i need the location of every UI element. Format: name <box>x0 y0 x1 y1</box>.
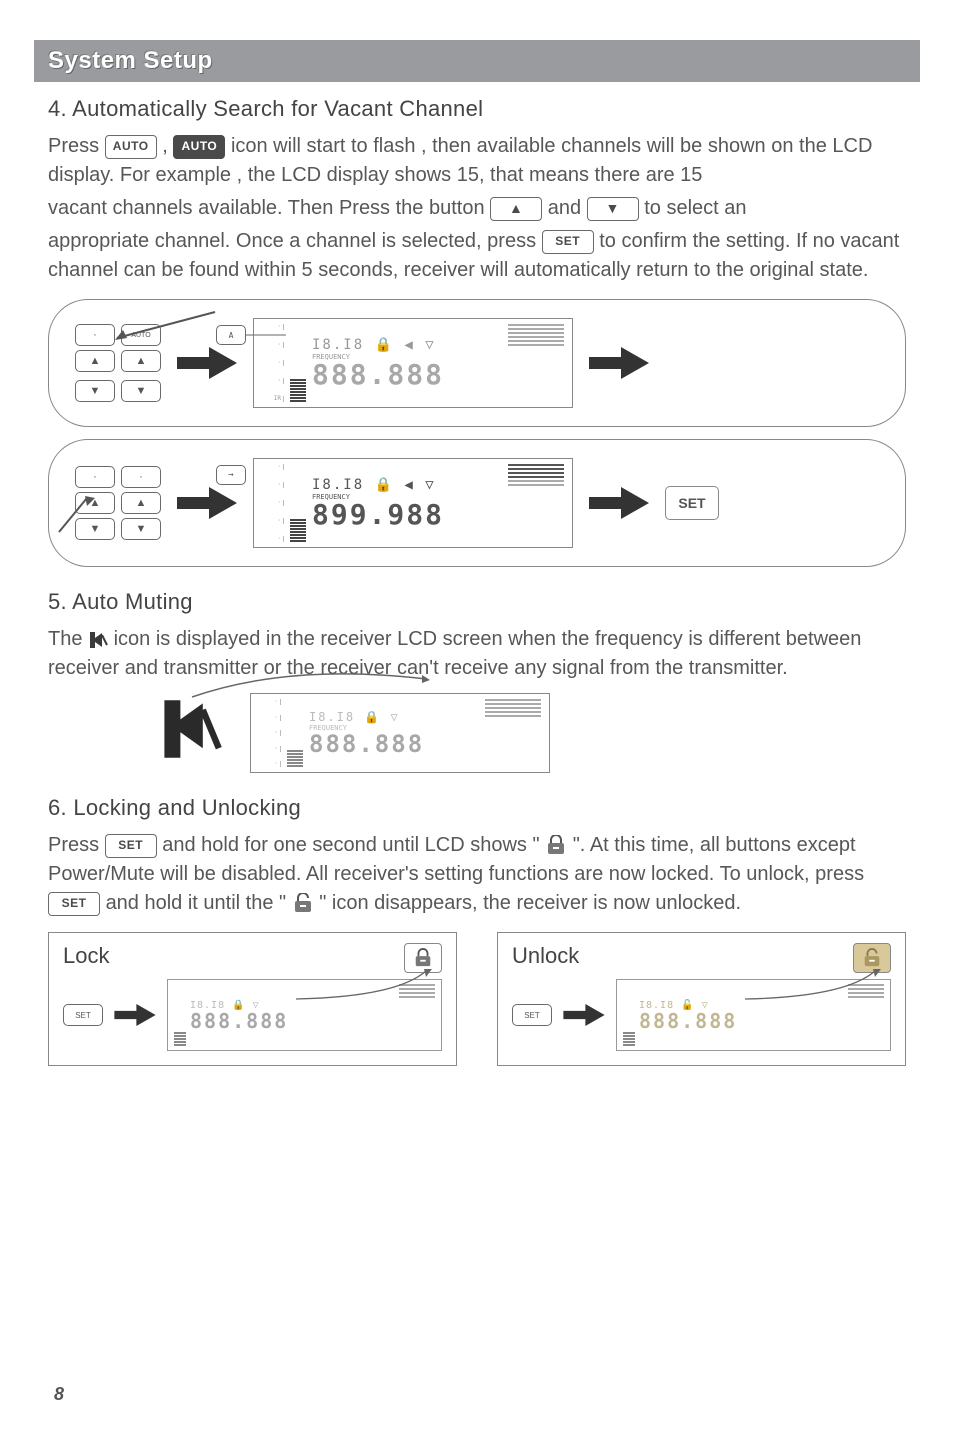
section4-title: 4. Automatically Search for Vacant Chann… <box>48 96 906 122</box>
arrow-icon <box>113 1001 157 1029</box>
arrow-icon <box>587 483 651 523</box>
section4-para2: vacant channels available. Then Press th… <box>48 194 906 223</box>
text: appropriate channel. Once a channel is s… <box>48 230 542 252</box>
remote-btn: ▼ <box>121 518 161 540</box>
set-button-box: SET <box>665 486 719 520</box>
page-number: 8 <box>54 1384 64 1405</box>
section4-para1: Press AUTO , AUTO icon will start to fla… <box>48 132 906 190</box>
auto-icon: AUTO <box>173 135 225 159</box>
remote-control: ·AUTO ▲▲ ▼▼ <box>75 324 161 402</box>
text: icon is displayed in the receiver LCD sc… <box>48 628 861 679</box>
text: and hold it until the " <box>106 892 287 914</box>
remote-btn: · <box>121 466 161 488</box>
remote-control: ·· ▲▲ ▼▼ <box>75 466 161 540</box>
lcd-bars <box>290 464 306 542</box>
section5-title: 5. Auto Muting <box>48 589 906 615</box>
text: to select an <box>644 197 746 219</box>
arrow-icon <box>175 343 239 383</box>
unlock-title: Unlock <box>512 943 891 969</box>
remote-btn: · <box>75 466 115 488</box>
lcd-indicators <box>485 699 541 767</box>
mute-icon <box>158 693 222 765</box>
lcd-indicators <box>508 324 564 402</box>
lcd-main: I8.I8 🔒 ◀ ▽ FREQUENCY 888.888 <box>312 324 502 402</box>
text: vacant channels available. Then Press th… <box>48 197 490 219</box>
lcd-main: I8.I8 🔒 ▽ FREQUENCY 888.888 <box>309 699 479 767</box>
set-button: SET <box>48 892 100 916</box>
text: , <box>162 135 173 157</box>
pointer-arrow <box>57 494 95 534</box>
lcd-bars <box>287 699 303 767</box>
text: and hold for one second until LCD shows … <box>162 834 545 856</box>
remote-down-btn: ▼ <box>75 380 115 402</box>
section-header: System Setup <box>34 40 920 82</box>
unlock-icon <box>862 948 882 968</box>
lcd-scale: ····· <box>259 699 281 767</box>
lcd-display: A ····IR I8.I8 🔒 ◀ ▽ FREQUENCY 888.888 <box>253 318 573 408</box>
remote-btn: ▼ <box>121 380 161 402</box>
set-button: SET <box>512 1004 552 1026</box>
diagram-auto-search-2: ·· ▲▲ ▼▼ → ····· I8.I8 🔒 ◀ ▽ FREQUENCY 8… <box>48 439 906 567</box>
remote-btn: ▲ <box>121 350 161 372</box>
connector-curve <box>296 969 436 1001</box>
section5-para: The icon is displayed in the receiver LC… <box>48 625 906 683</box>
unlock-icon <box>292 893 314 913</box>
lcd-display: ····· I8.I8 🔒 ▽ FREQUENCY 888.888 <box>250 693 550 773</box>
arrow-icon <box>175 483 239 523</box>
connector-line <box>246 334 286 336</box>
section4-para3: appropriate channel. Once a channel is s… <box>48 227 906 285</box>
connector-curve <box>745 969 885 1001</box>
section6-title: 6. Locking and Unlocking <box>48 795 906 821</box>
down-button: ▼ <box>587 197 639 221</box>
remote-btn: · <box>75 324 115 346</box>
set-button: SET <box>63 1004 103 1026</box>
arrow-icon <box>587 343 651 383</box>
mute-icon <box>88 630 108 650</box>
up-button: ▲ <box>490 197 542 221</box>
lcd-main: I8.I8 🔒 ◀ ▽ FREQUENCY 899.988 <box>312 464 502 542</box>
lock-title: Lock <box>63 943 442 969</box>
auto-tag: → <box>216 465 246 485</box>
set-button: SET <box>542 230 594 254</box>
lock-diagram-box: Lock SET I8.I8 🔒 ▽ 888.888 <box>48 932 457 1066</box>
lcd-bars <box>623 984 635 1046</box>
remote-up-btn: ▲ <box>75 350 115 372</box>
text: The <box>48 628 88 650</box>
auto-button: AUTO <box>105 135 157 159</box>
diagram-mute: ····· I8.I8 🔒 ▽ FREQUENCY 888.888 <box>158 693 906 773</box>
diagram-auto-search-1: ·AUTO ▲▲ ▼▼ A ····IR I8.I8 🔒 ◀ ▽ FREQUEN… <box>48 299 906 427</box>
text: " icon disappears, the receiver is now u… <box>319 892 741 914</box>
connector-curve <box>190 663 430 699</box>
lock-icon <box>545 835 567 855</box>
remote-btn: ▲ <box>121 492 161 514</box>
unlock-diagram-box: Unlock SET I8.I8 🔓 ▽ 888.888 <box>497 932 906 1066</box>
lock-icon <box>413 948 433 968</box>
pointer-arrow <box>115 310 225 342</box>
section6-para: Press SET and hold for one second until … <box>48 831 906 918</box>
text: Press <box>48 834 105 856</box>
lcd-scale: ····· <box>262 464 284 542</box>
text: and <box>548 197 587 219</box>
lcd-indicators <box>508 464 564 542</box>
auto-tag: A <box>216 325 246 345</box>
lcd-display: → ····· I8.I8 🔒 ◀ ▽ FREQUENCY 899.988 <box>253 458 573 548</box>
lcd-bars <box>174 984 186 1046</box>
lcd-bars <box>290 324 306 402</box>
text: Press <box>48 135 105 157</box>
arrow-icon <box>562 1001 606 1029</box>
set-button: SET <box>105 834 157 858</box>
